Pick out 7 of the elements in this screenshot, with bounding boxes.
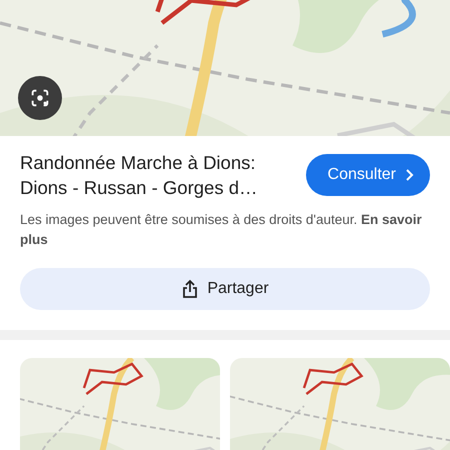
camera-search-icon xyxy=(29,87,51,109)
result-title: Randonnée Marche à Dions: Dions - Russan - Gorges d… xyxy=(20,151,259,200)
copyright-notice: Les images peuvent être soumises à des droits d'auteur. En savoir plus xyxy=(20,211,423,249)
share-icon xyxy=(181,279,200,299)
share-button[interactable]: Partager xyxy=(20,268,430,310)
consult-button[interactable]: Consulter xyxy=(306,154,430,196)
chevron-icon xyxy=(404,168,414,182)
